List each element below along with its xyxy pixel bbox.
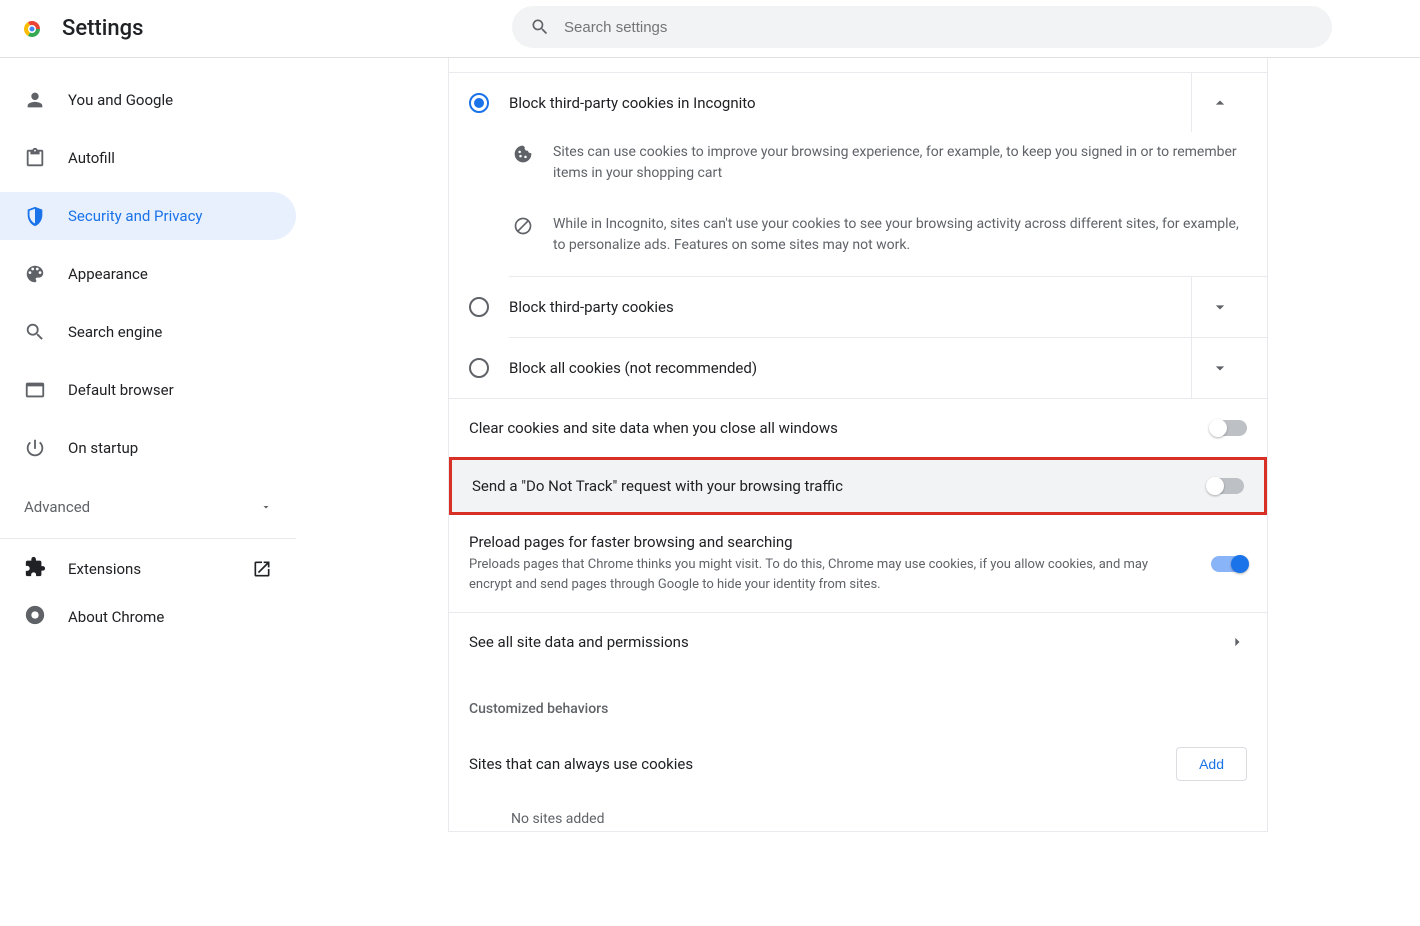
- desc-text: While in Incognito, sites can't use your…: [553, 214, 1247, 256]
- sidebar-item-label: Default browser: [68, 381, 174, 399]
- radio-unselected-icon[interactable]: [469, 358, 489, 378]
- desc-text: Sites can use cookies to improve your br…: [553, 142, 1247, 184]
- collapse-button[interactable]: [1191, 73, 1247, 132]
- sidebar-item-you-and-google[interactable]: You and Google: [0, 76, 296, 124]
- sidebar-item-search-engine[interactable]: Search engine: [0, 308, 296, 356]
- block-icon: [509, 214, 537, 256]
- cookie-option-incognito[interactable]: Block third-party cookies in Incognito: [449, 72, 1267, 132]
- toggle-label: Clear cookies and site data when you clo…: [469, 419, 1191, 437]
- magnify-icon: [24, 321, 46, 343]
- expand-button[interactable]: [1191, 277, 1247, 337]
- open-in-new-icon: [252, 559, 272, 579]
- toggle-label: Preload pages for faster browsing and se…: [469, 533, 1191, 551]
- sites-label: Sites that can always use cookies: [469, 755, 1156, 773]
- shield-icon: [24, 205, 46, 227]
- chevron-right-icon: [1227, 632, 1247, 652]
- chevron-up-icon: [1210, 93, 1230, 113]
- divider: [0, 538, 296, 539]
- sidebar-item-label: About Chrome: [68, 608, 164, 626]
- sidebar-item-label: Appearance: [68, 265, 148, 283]
- radio-selected-icon[interactable]: [469, 93, 489, 113]
- option-label: Block third-party cookies: [509, 298, 1171, 316]
- cookie-icon: [509, 142, 537, 184]
- toggle-label: Send a "Do Not Track" request with your …: [472, 477, 1188, 495]
- radio-unselected-icon[interactable]: [469, 297, 489, 317]
- clipboard-icon: [24, 147, 46, 169]
- sidebar-item-appearance[interactable]: Appearance: [0, 250, 296, 298]
- power-icon: [24, 437, 46, 459]
- sidebar-item-about-chrome[interactable]: About Chrome: [0, 593, 296, 641]
- extension-icon: [24, 556, 46, 582]
- search-icon: [530, 17, 550, 37]
- cookie-option-all[interactable]: Block all cookies (not recommended): [449, 338, 1267, 398]
- sites-always-use-cookies: Sites that can always use cookies Add: [449, 735, 1267, 793]
- chrome-icon: [24, 604, 46, 630]
- app-header: Settings: [0, 0, 1420, 58]
- sidebar-item-label: Extensions: [68, 560, 141, 578]
- link-see-all-site-data[interactable]: See all site data and permissions: [449, 613, 1267, 671]
- toggle-clear-on-close[interactable]: Clear cookies and site data when you clo…: [449, 399, 1267, 457]
- sidebar-item-extensions[interactable]: Extensions: [0, 545, 296, 593]
- sidebar-item-autofill[interactable]: Autofill: [0, 134, 296, 182]
- settings-panel: Block third-party cookies in Incognito S…: [448, 58, 1268, 832]
- option-label: Block all cookies (not recommended): [509, 359, 1171, 377]
- chevron-down-icon: [1210, 358, 1230, 378]
- sidebar-advanced-toggle[interactable]: Advanced: [0, 482, 296, 532]
- caret-down-icon: [260, 501, 272, 513]
- sidebar-item-on-startup[interactable]: On startup: [0, 424, 296, 472]
- link-label: See all site data and permissions: [469, 633, 1207, 651]
- add-button[interactable]: Add: [1176, 747, 1247, 781]
- toggle-switch[interactable]: [1211, 556, 1247, 572]
- palette-icon: [24, 263, 46, 285]
- sidebar-item-security-privacy[interactable]: Security and Privacy: [0, 192, 296, 240]
- toggle-switch[interactable]: [1208, 478, 1244, 494]
- search-input[interactable]: [564, 19, 1314, 36]
- sidebar-item-label: Security and Privacy: [68, 207, 203, 225]
- toggle-do-not-track[interactable]: Send a "Do Not Track" request with your …: [449, 457, 1267, 515]
- sidebar-item-label: Autofill: [68, 149, 115, 167]
- chevron-down-icon: [1210, 297, 1230, 317]
- toggle-preload[interactable]: Preload pages for faster browsing and se…: [449, 515, 1267, 612]
- chrome-logo-icon: [20, 17, 44, 41]
- cookie-option-third-party[interactable]: Block third-party cookies: [449, 277, 1267, 337]
- expand-button[interactable]: [1191, 338, 1247, 398]
- sidebar: You and Google Autofill Security and Pri…: [0, 58, 296, 832]
- person-icon: [24, 89, 46, 111]
- sidebar-item-label: Search engine: [68, 323, 162, 341]
- incognito-desc-2: While in Incognito, sites can't use your…: [449, 204, 1267, 276]
- toggle-switch[interactable]: [1211, 420, 1247, 436]
- sidebar-item-default-browser[interactable]: Default browser: [0, 366, 296, 414]
- search-box[interactable]: [512, 6, 1332, 48]
- page-title: Settings: [62, 16, 143, 41]
- toggle-description: Preloads pages that Chrome thinks you mi…: [469, 555, 1191, 594]
- main-content: Block third-party cookies in Incognito S…: [296, 58, 1420, 832]
- sidebar-item-label: On startup: [68, 439, 138, 457]
- browser-icon: [24, 379, 46, 401]
- sidebar-item-label: You and Google: [68, 91, 173, 109]
- advanced-label: Advanced: [24, 498, 90, 516]
- no-sites-text: No sites added: [449, 793, 1267, 831]
- customized-behaviors-heading: Customized behaviors: [449, 671, 1267, 735]
- option-label: Block third-party cookies in Incognito: [509, 94, 1171, 112]
- incognito-desc-1: Sites can use cookies to improve your br…: [449, 132, 1267, 204]
